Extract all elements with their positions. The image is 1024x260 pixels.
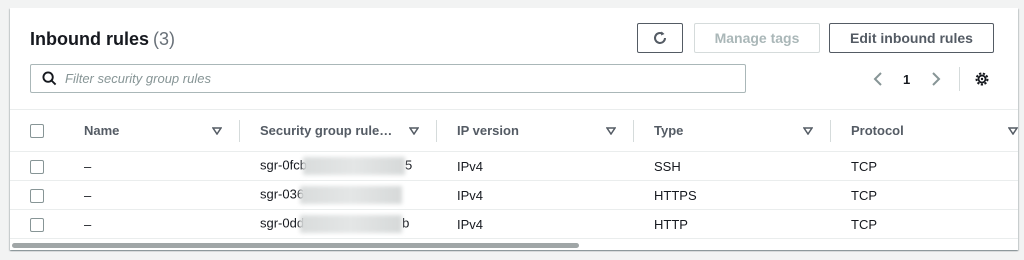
chevron-right-icon	[932, 72, 941, 86]
title-text: Inbound rules	[30, 29, 149, 49]
redacted-rule-id	[302, 157, 405, 175]
pager-divider	[959, 67, 960, 91]
cell-rule-id: sgr-0fcb 5	[240, 152, 437, 181]
search-icon	[41, 71, 57, 87]
caret-down-icon	[409, 126, 419, 135]
header-checkbox-cell	[10, 110, 64, 152]
row-checkbox[interactable]	[30, 217, 44, 232]
cell-ip-version: IPv4	[457, 216, 484, 232]
cell-type: SSH	[654, 158, 681, 174]
table-row[interactable]: – sgr-0dd b IPv4 HTTP TCP	[10, 210, 1018, 239]
cell-name: –	[84, 158, 92, 174]
column-label: Name	[84, 123, 120, 138]
caret-down-icon	[1008, 126, 1018, 135]
rule-id-prefix: sgr-0fcb	[260, 157, 307, 173]
row-checkbox[interactable]	[30, 159, 44, 174]
preferences-button[interactable]	[974, 69, 990, 89]
cell-protocol: TCP	[851, 216, 877, 232]
caret-down-icon	[212, 126, 222, 135]
column-header-ip-version[interactable]: IP version	[437, 110, 634, 152]
table-row[interactable]: – sgr-036 IPv4 HTTPS TCP	[10, 181, 1018, 210]
column-header-type[interactable]: Type	[634, 110, 831, 152]
row-checkbox-cell	[10, 181, 64, 210]
table-row[interactable]: – sgr-0fcb 5 IPv4 SSH TCP	[10, 152, 1018, 181]
caret-down-icon	[606, 126, 616, 135]
column-label: Type	[654, 123, 684, 138]
manage-tags-button[interactable]: Manage tags	[694, 23, 820, 53]
column-header-protocol[interactable]: Protocol	[831, 110, 1018, 152]
horizontal-scrollbar[interactable]	[12, 243, 579, 248]
rule-id-prefix: sgr-036	[260, 186, 305, 202]
rule-id-suffix: 5	[404, 157, 413, 173]
cell-type: HTTP	[654, 216, 688, 232]
rule-id-suffix: b	[402, 215, 410, 231]
row-checkbox[interactable]	[30, 188, 44, 203]
caret-down-icon	[803, 126, 813, 135]
panel-title: Inbound rules (3)	[30, 29, 175, 50]
refresh-button[interactable]	[637, 23, 683, 53]
redacted-rule-id	[300, 186, 403, 204]
rule-id-prefix: sgr-0dd	[260, 215, 305, 231]
edit-inbound-rules-button[interactable]: Edit inbound rules	[829, 23, 994, 53]
row-checkbox-cell	[10, 152, 64, 181]
cell-name: –	[84, 187, 92, 203]
inbound-rules-panel: Inbound rules (3) Manage tags Edit inboun…	[10, 8, 1018, 250]
rule-count: (3)	[153, 29, 175, 49]
row-checkbox-cell	[10, 210, 64, 239]
cell-rule-id: sgr-036	[240, 181, 437, 210]
cell-ip-version: IPv4	[457, 187, 484, 203]
table-header-row: Name Security group rule… IP version Typ…	[10, 109, 1018, 152]
select-all-checkbox[interactable]	[30, 124, 44, 139]
cell-ip-version: IPv4	[457, 158, 484, 174]
cell-name: –	[84, 216, 92, 232]
column-label: Protocol	[851, 123, 904, 138]
chevron-left-icon	[873, 72, 882, 86]
cell-rule-id: sgr-0dd b	[240, 210, 437, 239]
column-header-name[interactable]: Name	[64, 110, 240, 152]
redacted-rule-id	[300, 215, 403, 233]
previous-page-button[interactable]	[872, 69, 884, 89]
cell-protocol: TCP	[851, 187, 877, 203]
page-number[interactable]: 1	[903, 69, 910, 89]
refresh-icon	[654, 31, 666, 44]
column-label: Security group rule…	[260, 123, 393, 138]
gear-icon	[975, 72, 989, 86]
search-input[interactable]	[65, 71, 725, 86]
next-page-button[interactable]	[930, 69, 942, 89]
cell-type: HTTPS	[654, 187, 697, 203]
column-header-rule-id[interactable]: Security group rule…	[240, 110, 437, 152]
rules-table: Name Security group rule… IP version Typ…	[10, 109, 1018, 239]
cell-protocol: TCP	[851, 158, 877, 174]
filter-search-box[interactable]	[30, 64, 746, 93]
column-label: IP version	[457, 123, 519, 138]
